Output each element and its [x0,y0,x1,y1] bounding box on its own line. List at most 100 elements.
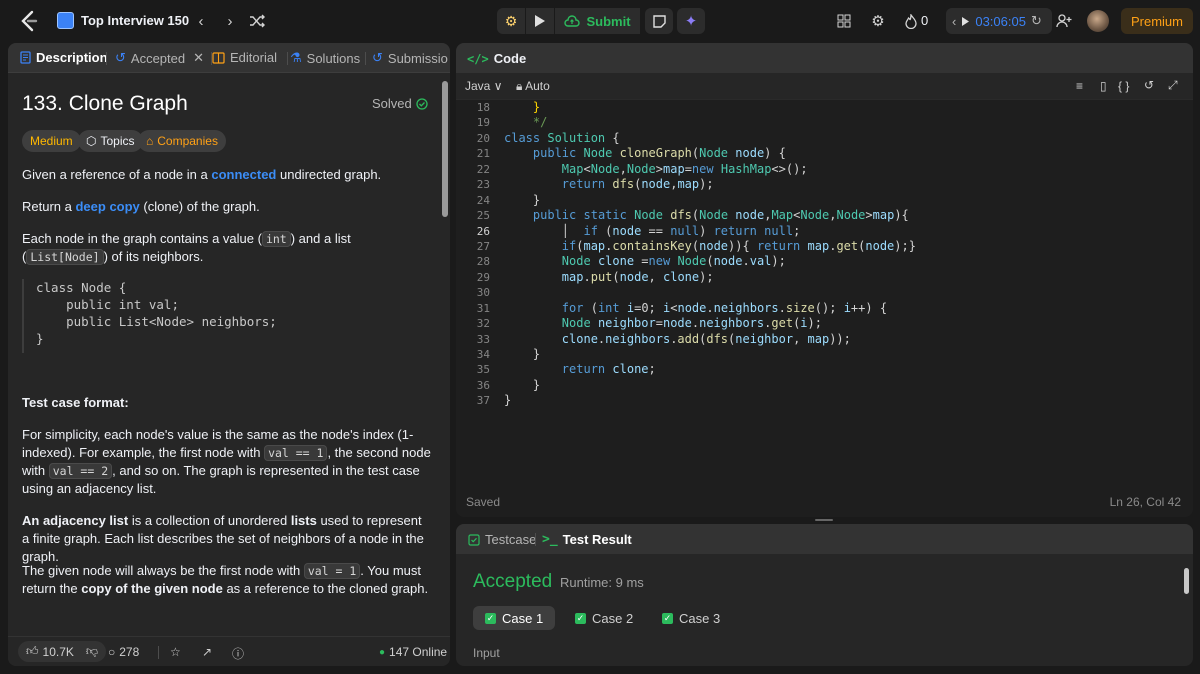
layout-icon[interactable] [835,12,853,30]
comments-button[interactable]: ○ 278 [108,645,139,659]
leetcode-logo-icon[interactable] [18,10,40,32]
inline-code: val == 1 [264,445,328,461]
problem-title: 133. Clone Graph [22,92,188,115]
code-tab[interactable]: </> Code [467,51,526,66]
line-number: 18 [476,101,490,114]
help-icon[interactable]: ⓘ [232,645,244,662]
description-paragraph: The given node will always be the first … [22,563,429,596]
next-problem-icon[interactable]: › [222,12,238,30]
tab-divider [365,52,366,65]
close-tab-icon[interactable]: ✕ [193,50,204,66]
line-number: 24 [476,193,490,207]
autocomplete-mode[interactable]: 🔒︎ Auto [516,79,550,94]
code-line: for (int i=0; i<node.neighbors.size(); i… [561,300,888,315]
problem-description-panel: Description ↺ Accepted ✕ Editorial ⚗ Sol… [8,43,450,666]
run-button[interactable] [526,8,554,34]
description-paragraph: Given a reference of a node in a connect… [22,167,382,182]
like-button[interactable]: 👍︎ 10.7K 👎︎ [18,641,107,662]
description-scrollbar[interactable] [442,81,448,217]
footer-divider [158,646,159,659]
lock-icon: 🔒︎ [516,79,523,93]
code-line: Node neighbor=node.neighbors.get(i); [561,316,822,331]
ai-assist-button[interactable]: ✦ [677,8,705,34]
timer-collapse-icon[interactable]: ‹ [952,14,956,29]
tab-test-result[interactable]: >_ Test Result [542,532,632,547]
panel-resize-handle[interactable] [815,519,833,521]
code-line: return dfs(node,map); [561,177,714,192]
cloud-upload-icon [564,15,581,27]
star-icon[interactable]: ☆ [170,645,181,659]
test-result-panel: Testcase >_ Test Result Accepted Runtime… [456,524,1193,666]
line-number: 21 [476,147,490,161]
description-tab-bar: Description ↺ Accepted ✕ Editorial ⚗ Sol… [8,43,450,73]
reset-code-icon[interactable]: ↺ [1144,78,1154,92]
line-number: 29 [476,270,490,284]
code-line: public Node cloneGraph(Node node) { [532,146,786,161]
maximize-icon[interactable]: ⤢ [1168,78,1178,93]
braces-icon[interactable]: { } [1118,79,1129,93]
bookmark-icon[interactable]: ▯ [1100,79,1107,93]
connected-link[interactable]: connected [211,167,276,182]
case-tab-2[interactable]: ✓ Case 2 [563,606,645,630]
line-number: 36 [476,378,490,392]
description-paragraph: Each node in the graph contains a value … [22,231,351,265]
code-line: class Solution { [504,130,620,145]
code-panel-header: </> Code [456,43,1193,73]
tab-editorial[interactable]: Editorial [212,50,277,65]
tab-accepted[interactable]: ↺ Accepted ✕ [115,50,204,66]
code-line: return clone; [561,362,656,377]
chevron-down-icon: ∨ [493,79,503,93]
check-icon: ✓ [575,612,586,624]
checkbox-icon [468,533,480,546]
lock-icon: ⌂ [146,134,154,148]
deep-copy-link[interactable]: deep copy [75,199,139,214]
document-icon [20,51,31,64]
case-tab-3[interactable]: ✓ Case 3 [650,606,732,630]
shuffle-icon[interactable] [248,12,266,30]
line-number: 32 [476,317,490,331]
history-icon: ↺ [372,50,383,65]
tab-submissions[interactable]: ↺ Submissio [372,50,448,66]
line-number: 22 [476,162,490,176]
timer-play-icon[interactable] [961,16,970,27]
line-number: 19 [476,116,490,130]
tab-testcase[interactable]: Testcase [468,532,536,547]
timer-reset-icon[interactable]: ↻ [1031,13,1042,29]
notes-button[interactable] [645,8,673,34]
language-selector[interactable]: Java ∨ [465,79,503,93]
tab-divider [106,52,107,65]
difficulty-badge: Medium [22,130,81,152]
premium-button[interactable]: Premium [1121,8,1193,34]
thumbs-down-icon[interactable]: 👎︎ [86,644,98,659]
streak-flame-icon[interactable] [903,12,919,30]
save-status: Saved [466,495,501,509]
study-list-title[interactable]: Top Interview 150 [81,13,189,28]
tab-solutions[interactable]: ⚗ Solutions [290,50,360,66]
format-icon[interactable]: ≡ [1076,79,1083,93]
topics-chip[interactable]: ⬡ Topics [78,130,143,152]
test-panel-scrollbar[interactable] [1184,568,1189,594]
inline-code: val = 1 [303,563,361,579]
test-case-heading: Test case format: [22,395,129,410]
share-icon[interactable]: ↗ [202,645,212,659]
code-editor[interactable]: } */ class Solution { public Node cloneG… [504,100,1184,409]
settings-gear-icon[interactable]: ⚙ [869,12,887,30]
line-number: 28 [476,255,490,269]
editor-toolbar: Java ∨ 🔒︎ Auto ≡ ▯ { } ↺ ⤢ [456,73,1193,100]
tab-description[interactable]: Description [20,50,108,65]
debug-button[interactable]: ⚙ [497,8,525,34]
node-class-code-block: class Node { public int val; public List… [22,279,432,353]
submit-button[interactable]: Submit [555,8,640,34]
book-icon [212,51,225,64]
case-tab-1[interactable]: ✓ Case 1 [473,606,556,630]
code-line: clone.neighbors.add(dfs(neighbor, map)); [561,331,851,346]
companies-chip[interactable]: ⌂ Companies [138,130,226,152]
prev-problem-icon[interactable]: ‹ [193,12,209,30]
timer-widget[interactable]: ‹ 03:06:05 ↻ [946,8,1052,34]
add-friend-icon[interactable] [1055,12,1073,30]
user-avatar[interactable] [1087,10,1109,32]
code-line: map.put(node, clone); [561,269,714,284]
description-paragraph: An adjacency list is a collection of uno… [22,513,424,564]
code-editor-panel: </> Code Java ∨ 🔒︎ Auto ≡ ▯ { } ↺ ⤢ 18 19… [456,43,1193,517]
